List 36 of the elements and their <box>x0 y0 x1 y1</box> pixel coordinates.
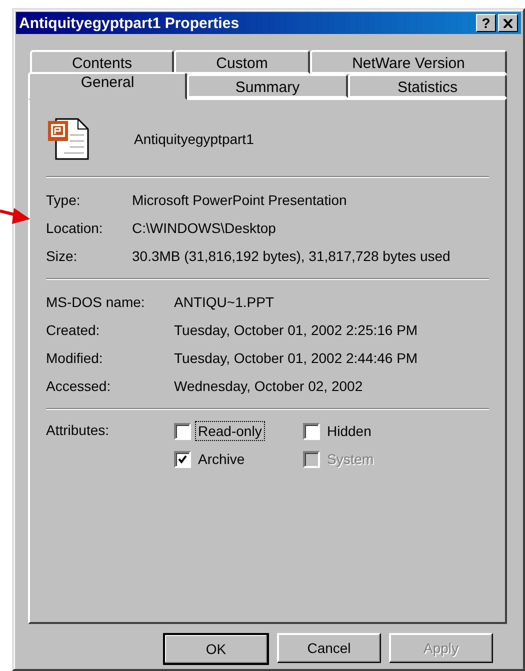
file-name: Antiquityegyptpart1 <box>134 131 254 147</box>
property-label: Accessed: <box>46 378 112 394</box>
help-button[interactable]: ? <box>476 14 496 32</box>
tab[interactable]: Contents <box>30 50 174 74</box>
property-label: Type: <box>46 192 82 208</box>
tab[interactable]: NetWare Version <box>310 50 507 74</box>
window-title: Antiquityegyptpart1 Properties <box>19 14 240 32</box>
attributes-label: Attributes: <box>46 422 110 438</box>
property-value: ANTIQU~1.PPT <box>174 294 275 310</box>
property-value: Microsoft PowerPoint Presentation <box>132 192 348 208</box>
property-label: Created: <box>46 322 101 338</box>
tab[interactable]: Statistics <box>348 74 507 98</box>
arrow-icon <box>0 205 30 227</box>
checkbox[interactable] <box>303 422 320 440</box>
checkmark-icon <box>178 454 187 464</box>
property-label: Location: <box>46 220 104 236</box>
tab[interactable]: General <box>28 72 187 100</box>
property-label: Size: <box>46 248 78 264</box>
dialog-button[interactable]: OK <box>163 633 269 665</box>
checkbox-label[interactable]: Archive <box>196 450 247 468</box>
property-value: Tuesday, October 01, 2002 2:25:16 PM <box>174 322 419 338</box>
property-label: Modified: <box>46 350 104 366</box>
property-value: Wednesday, October 02, 2002 <box>174 378 364 394</box>
property-label: MS-DOS name: <box>46 294 146 310</box>
property-value: 30.3MB (31,816,192 bytes), 31,817,728 bytes used <box>132 248 452 264</box>
checkbox[interactable] <box>174 450 191 468</box>
close-icon <box>503 18 513 28</box>
checkbox-label[interactable]: Read-only <box>196 422 264 440</box>
dialog-button[interactable]: Cancel <box>277 633 381 663</box>
tab[interactable]: Custom <box>174 50 310 74</box>
checkbox[interactable] <box>174 422 191 440</box>
checkbox-label[interactable]: Hidden <box>325 422 374 440</box>
tab[interactable]: Summary <box>187 74 348 98</box>
close-button[interactable] <box>498 14 518 32</box>
property-value: C:\WINDOWS\Desktop <box>132 220 277 236</box>
property-value: Tuesday, October 01, 2002 2:44:46 PM <box>174 350 419 366</box>
